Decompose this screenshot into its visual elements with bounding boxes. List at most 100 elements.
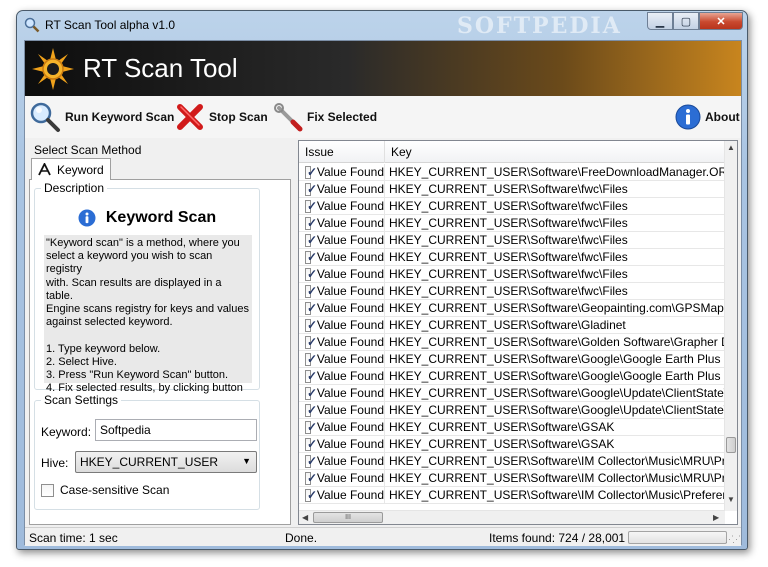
minimize-button[interactable]: ▁ bbox=[647, 12, 673, 30]
row-select-checkbox[interactable] bbox=[305, 385, 317, 401]
tab-keyword[interactable]: Keyword bbox=[31, 158, 111, 180]
fix-selected-button[interactable]: Fix Selected bbox=[273, 100, 377, 134]
scroll-left-arrow-icon[interactable]: ◀ bbox=[302, 513, 308, 522]
issue-text: Value Found bbox=[316, 352, 384, 366]
table-row[interactable]: Value Found HKEY_CURRENT_USER\Software\IM… bbox=[299, 453, 725, 470]
issue-cell: Value Found bbox=[299, 385, 385, 401]
softpedia-watermark: SOFTPEDIA bbox=[457, 13, 622, 39]
issue-text: Value Found bbox=[316, 250, 384, 264]
scroll-down-arrow-icon[interactable]: ▼ bbox=[727, 495, 735, 504]
row-select-checkbox[interactable] bbox=[305, 300, 317, 316]
toolbar: Run Keyword Scan Stop Scan Fix Selected bbox=[25, 96, 741, 138]
issue-text: Value Found bbox=[316, 182, 384, 196]
info-small-icon bbox=[78, 209, 96, 227]
horizontal-scroll-thumb[interactable]: III bbox=[313, 512, 383, 523]
resize-grip-icon[interactable]: ⋰⋰ bbox=[725, 534, 741, 545]
table-row[interactable]: Value Found HKEY_CURRENT_USER\Software\IM… bbox=[299, 487, 725, 504]
row-select-checkbox[interactable] bbox=[305, 215, 317, 231]
row-select-checkbox[interactable] bbox=[305, 368, 317, 384]
issue-cell: Value Found bbox=[299, 334, 385, 350]
row-select-checkbox[interactable] bbox=[305, 351, 317, 367]
issue-cell: Value Found bbox=[299, 436, 385, 452]
row-select-checkbox[interactable] bbox=[305, 266, 317, 282]
about-button[interactable]: About bbox=[675, 100, 740, 134]
panel-splitter[interactable] bbox=[293, 140, 297, 525]
table-row[interactable]: Value Found HKEY_CURRENT_USER\Software\Go… bbox=[299, 385, 725, 402]
table-row[interactable]: Value Found HKEY_CURRENT_USER\Software\Ge… bbox=[299, 300, 725, 317]
scroll-up-arrow-icon[interactable]: ▲ bbox=[727, 143, 735, 152]
table-row[interactable]: Value Found HKEY_CURRENT_USER\Software\fw… bbox=[299, 181, 725, 198]
row-select-checkbox[interactable] bbox=[305, 181, 317, 197]
case-sensitive-checkbox-box[interactable] bbox=[41, 483, 54, 497]
table-row[interactable]: Value Found HKEY_CURRENT_USER\Software\fw… bbox=[299, 283, 725, 300]
row-select-checkbox[interactable] bbox=[305, 317, 317, 333]
issue-text: Value Found bbox=[316, 267, 384, 281]
key-cell: HKEY_CURRENT_USER\Software\Golden Softwa… bbox=[389, 335, 725, 349]
table-row[interactable]: Value Found HKEY_CURRENT_USER\Software\Fr… bbox=[299, 164, 725, 181]
scroll-right-arrow-icon[interactable]: ▶ bbox=[713, 513, 719, 522]
caption-buttons: ▁ ▢ ✕ bbox=[647, 12, 743, 30]
banner-title: RT Scan Tool bbox=[83, 53, 238, 83]
vertical-scroll-thumb[interactable] bbox=[726, 437, 736, 453]
key-cell: HKEY_CURRENT_USER\Software\fwc\Files bbox=[389, 182, 628, 196]
table-row[interactable]: Value Found HKEY_CURRENT_USER\Software\Gl… bbox=[299, 317, 725, 334]
table-row[interactable]: Value Found HKEY_CURRENT_USER\Software\fw… bbox=[299, 198, 725, 215]
hive-select[interactable]: HKEY_CURRENT_USER ▼ bbox=[75, 451, 257, 473]
key-cell: HKEY_CURRENT_USER\Software\IM Collector\… bbox=[389, 454, 725, 468]
window-title: RT Scan Tool alpha v1.0 bbox=[45, 18, 176, 32]
issue-text: Value Found bbox=[316, 165, 384, 179]
row-select-checkbox[interactable] bbox=[305, 249, 317, 265]
case-sensitive-checkbox[interactable]: Case-sensitive Scan bbox=[41, 483, 169, 497]
title-bar[interactable]: RT Scan Tool alpha v1.0 SOFTPEDIA ▁ ▢ ✕ bbox=[17, 11, 747, 39]
issue-text: Value Found bbox=[316, 233, 384, 247]
keyword-input[interactable]: Softpedia bbox=[95, 419, 257, 441]
items-found-status: Items found: 724 / 28,001 bbox=[489, 531, 626, 545]
close-button[interactable]: ✕ bbox=[699, 12, 743, 30]
scan-time-status: Scan time: 1 sec bbox=[29, 531, 118, 545]
key-cell: HKEY_CURRENT_USER\Software\FreeDownloadM… bbox=[389, 165, 725, 179]
column-header-issue[interactable]: Issue bbox=[299, 141, 385, 163]
column-header-key[interactable]: Key bbox=[385, 141, 725, 163]
row-select-checkbox[interactable] bbox=[305, 470, 317, 486]
row-select-checkbox[interactable] bbox=[305, 232, 317, 248]
client-area: RT Scan Tool Run Keyword Scan Stop Scan bbox=[24, 40, 742, 546]
row-select-checkbox[interactable] bbox=[305, 453, 317, 469]
run-keyword-scan-button[interactable]: Run Keyword Scan bbox=[29, 100, 174, 134]
table-row[interactable]: Value Found HKEY_CURRENT_USER\Software\Go… bbox=[299, 351, 725, 368]
table-row[interactable]: Value Found HKEY_CURRENT_USER\Software\IM… bbox=[299, 470, 725, 487]
description-heading-text: Keyword Scan bbox=[105, 209, 217, 226]
scan-method-panel: Select Scan Method Keyword Description K… bbox=[29, 140, 291, 525]
key-cell: HKEY_CURRENT_USER\Software\Google\Update… bbox=[389, 386, 725, 400]
scan-progress-bar bbox=[628, 531, 727, 544]
issue-cell: Value Found bbox=[299, 368, 385, 384]
issue-cell: Value Found bbox=[299, 283, 385, 299]
table-row[interactable]: Value Found HKEY_CURRENT_USER\Software\Go… bbox=[299, 334, 725, 351]
table-row[interactable]: Value Found HKEY_CURRENT_USER\Software\fw… bbox=[299, 266, 725, 283]
row-select-checkbox[interactable] bbox=[305, 283, 317, 299]
table-row[interactable]: Value Found HKEY_CURRENT_USER\Software\fw… bbox=[299, 232, 725, 249]
horizontal-scrollbar[interactable]: ◀ III ▶ bbox=[299, 510, 725, 524]
table-row[interactable]: Value Found HKEY_CURRENT_USER\Software\Go… bbox=[299, 368, 725, 385]
table-row[interactable]: Value Found HKEY_CURRENT_USER\Software\Go… bbox=[299, 402, 725, 419]
issue-text: Value Found bbox=[316, 488, 384, 502]
vertical-scrollbar[interactable]: ▲ ▼ bbox=[724, 141, 737, 511]
row-select-checkbox[interactable] bbox=[305, 198, 317, 214]
stop-scan-button[interactable]: Stop Scan bbox=[175, 100, 268, 134]
table-row[interactable]: Value Found HKEY_CURRENT_USER\Software\fw… bbox=[299, 215, 725, 232]
table-row[interactable]: Value Found HKEY_CURRENT_USER\Software\GS… bbox=[299, 419, 725, 436]
key-cell: HKEY_CURRENT_USER\Software\fwc\Files bbox=[389, 250, 628, 264]
issue-cell: Value Found bbox=[299, 351, 385, 367]
hive-select-value: HKEY_CURRENT_USER bbox=[80, 455, 219, 469]
key-cell: HKEY_CURRENT_USER\Software\fwc\Files bbox=[389, 199, 628, 213]
maximize-button[interactable]: ▢ bbox=[673, 12, 699, 30]
table-row[interactable]: Value Found HKEY_CURRENT_USER\Software\GS… bbox=[299, 436, 725, 453]
row-select-checkbox[interactable] bbox=[305, 436, 317, 452]
row-select-checkbox[interactable] bbox=[305, 402, 317, 418]
table-row[interactable]: Value Found HKEY_CURRENT_USER\Software\fw… bbox=[299, 249, 725, 266]
key-cell: HKEY_CURRENT_USER\Software\GSAK bbox=[389, 420, 615, 434]
magnifier-icon bbox=[30, 102, 60, 132]
row-select-checkbox[interactable] bbox=[305, 334, 317, 350]
row-select-checkbox[interactable] bbox=[305, 164, 317, 180]
row-select-checkbox[interactable] bbox=[305, 419, 317, 435]
row-select-checkbox[interactable] bbox=[305, 487, 317, 503]
